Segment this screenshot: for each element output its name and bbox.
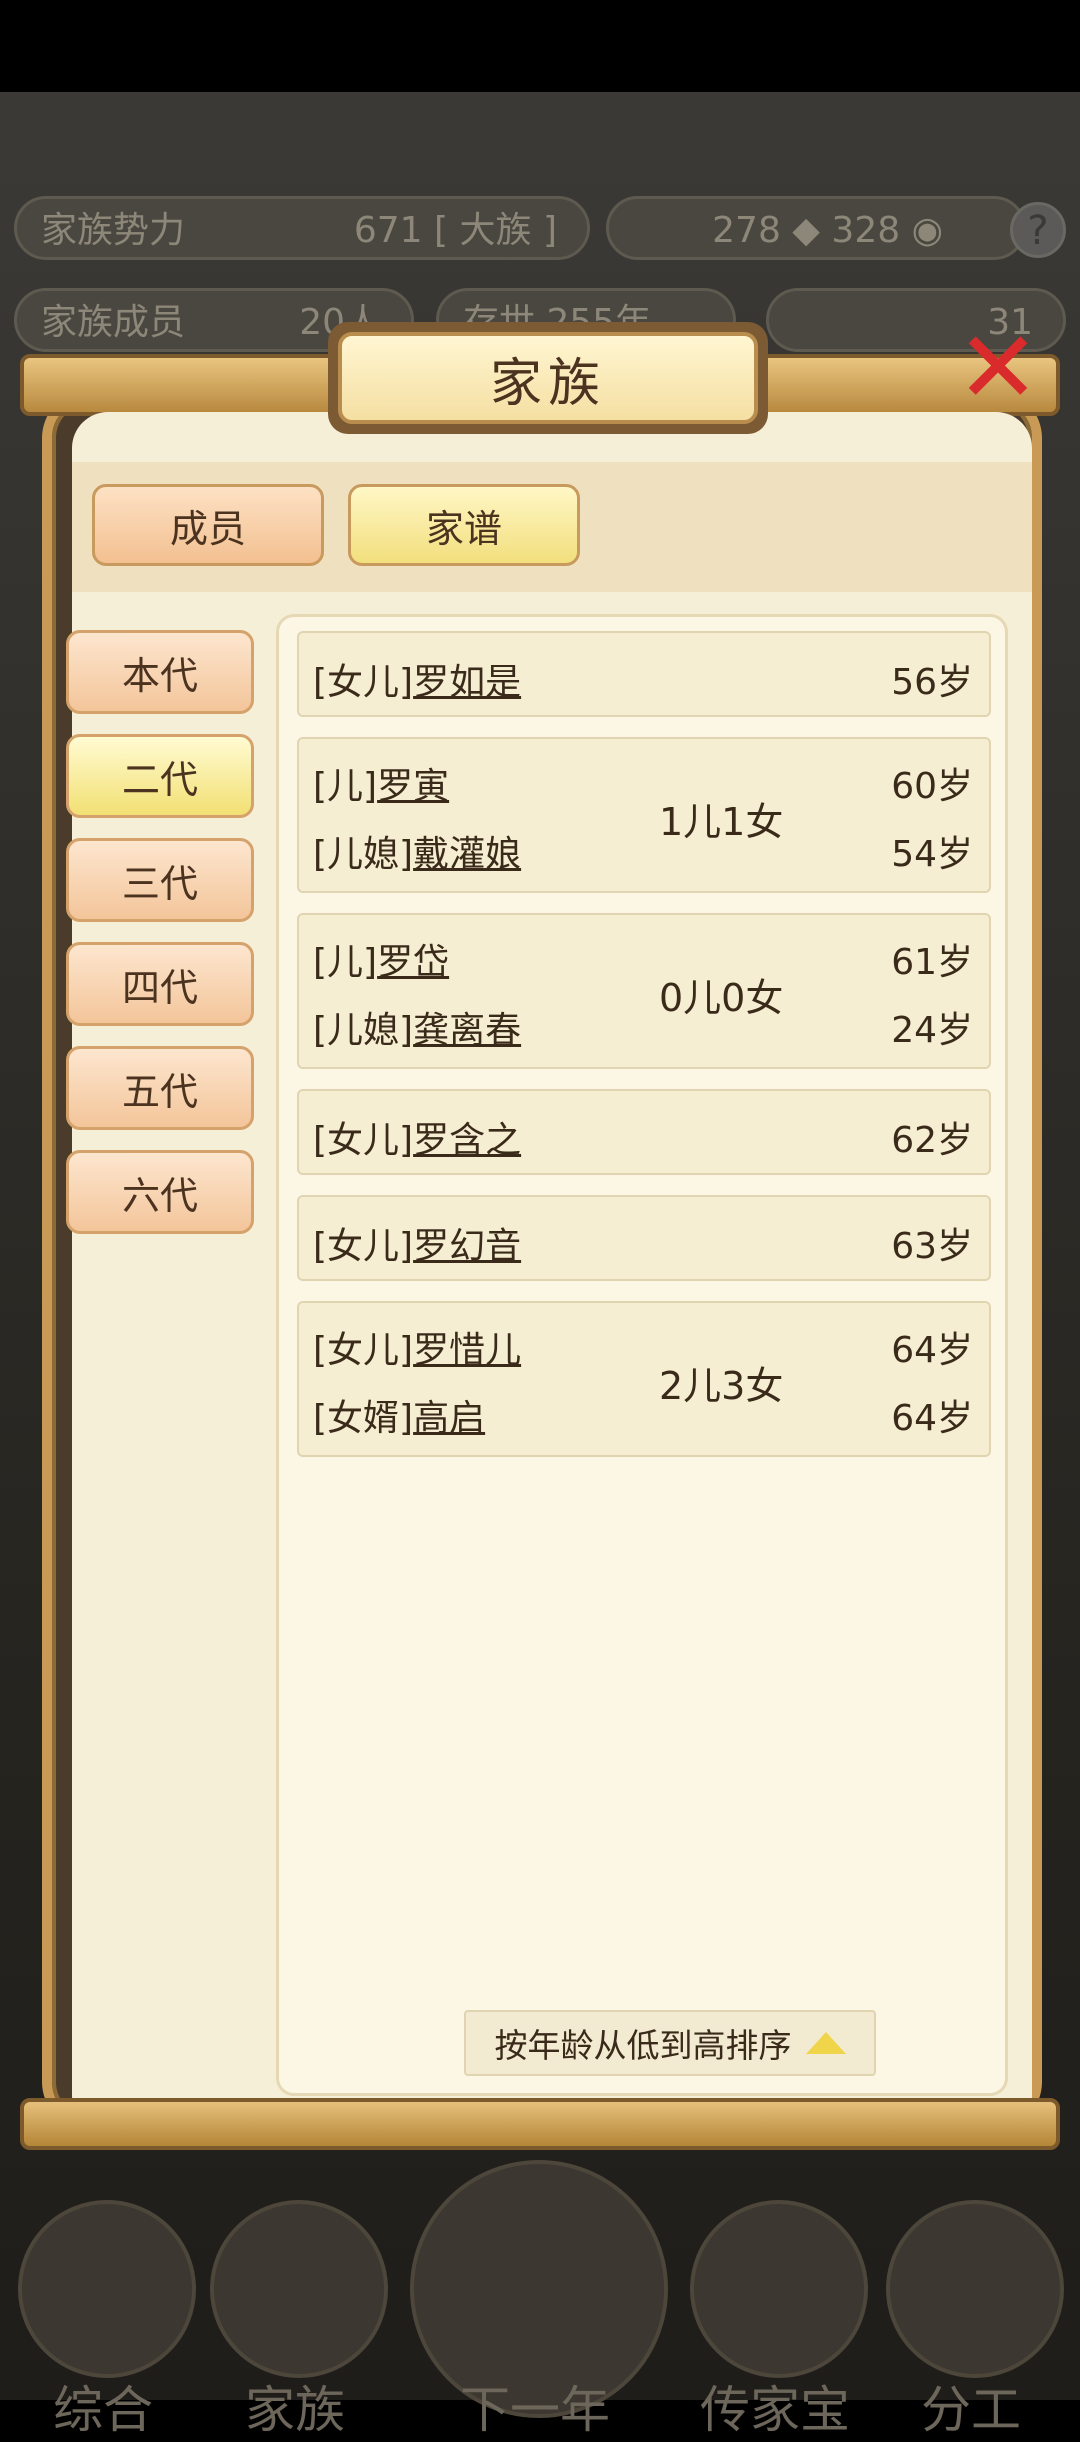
- dialog-title: 家族: [338, 332, 758, 424]
- gen-tab-second[interactable]: 二代: [66, 734, 254, 818]
- spouse-role: [女婿]: [313, 1398, 414, 1439]
- member-line: [儿]罗岱: [313, 933, 449, 985]
- member-age: 61岁: [891, 942, 973, 983]
- help-icon: ?: [1010, 202, 1066, 258]
- nav-family[interactable]: 家族: [200, 2200, 390, 2439]
- nav-assign-label: 分工: [921, 2381, 1021, 2439]
- family-power-value: 671 [ 大族 ]: [353, 210, 557, 251]
- tab-family-tree[interactable]: 家谱: [348, 484, 580, 566]
- spouse-name[interactable]: 高启: [413, 1398, 485, 1439]
- sort-by-age-button[interactable]: 按年龄从低到高排序: [464, 2010, 876, 2076]
- spouse-age: 24岁: [891, 1010, 973, 1051]
- member-role: [女儿]: [313, 662, 414, 703]
- currency-value: 278 ◆ 328 ◉: [712, 210, 943, 251]
- member-role: [儿]: [313, 942, 378, 983]
- gen-tab-sixth[interactable]: 六代: [66, 1150, 254, 1234]
- tab-bar: 成员 家谱: [72, 462, 1032, 592]
- spouse-age: 54岁: [891, 834, 973, 875]
- sort-ascending-icon: [805, 2032, 846, 2054]
- spouse-role: [儿媳]: [313, 1010, 414, 1051]
- dialog-title-plaque: 家族: [328, 322, 768, 434]
- nav-general[interactable]: 综合: [8, 2200, 198, 2439]
- gen-tab-current[interactable]: 本代: [66, 630, 254, 714]
- spouse-line: [女婿]高启: [313, 1389, 485, 1441]
- nav-general-label: 综合: [53, 2381, 153, 2439]
- sort-label: 按年龄从低到高排序: [494, 2026, 792, 2065]
- close-x-icon[interactable]: ✕: [950, 318, 1046, 418]
- spouse-name[interactable]: 戴灌娘: [413, 834, 521, 875]
- currency-pill: 278 ◆ 328 ◉: [606, 196, 1026, 260]
- family-card[interactable]: [女儿]罗幻音 63岁: [297, 1195, 991, 1281]
- member-name[interactable]: 罗如是: [413, 662, 521, 703]
- member-name[interactable]: 罗含之: [413, 1120, 521, 1161]
- dialog-bottom-rail: [20, 2098, 1060, 2150]
- gen-tab-fourth[interactable]: 四代: [66, 942, 254, 1026]
- member-name[interactable]: 罗惜儿: [413, 1330, 521, 1371]
- member-role: [女儿]: [313, 1120, 414, 1161]
- member-role: [女儿]: [313, 1330, 414, 1371]
- nav-heirloom[interactable]: 传家宝: [680, 2200, 870, 2439]
- tab-members[interactable]: 成员: [92, 484, 324, 566]
- gen-tab-third[interactable]: 三代: [66, 838, 254, 922]
- nav-heirloom-label: 传家宝: [700, 2381, 850, 2439]
- member-age: 56岁: [891, 662, 973, 703]
- member-line: [儿]罗寅: [313, 757, 449, 809]
- status-bar: [0, 0, 1080, 92]
- family-card[interactable]: [女儿]罗惜儿 64岁 2儿3女 [女婿]高启 64岁: [297, 1301, 991, 1457]
- people-icon: [886, 2200, 1064, 2378]
- family-members-label: 家族成员: [41, 302, 186, 343]
- family-list-panel: [女儿]罗如是 56岁 [儿]罗寅 60岁 1儿1女 [儿媳]戴灌娘 54岁 […: [276, 614, 1008, 2096]
- member-name[interactable]: 罗岱: [377, 942, 449, 983]
- spouse-line: [儿媳]戴灌娘: [313, 825, 521, 877]
- member-line: [女儿]罗如是: [313, 653, 521, 705]
- ancestral-hall-icon: [210, 2200, 388, 2378]
- children-count: 1儿1女: [659, 800, 784, 844]
- member-name[interactable]: 罗寅: [377, 766, 449, 807]
- gen-tab-fifth[interactable]: 五代: [66, 1046, 254, 1130]
- family-power-label: 家族势力: [41, 210, 186, 251]
- nav-assign[interactable]: 分工: [876, 2200, 1066, 2439]
- member-line: [女儿]罗幻音: [313, 1217, 521, 1269]
- children-count: 0儿0女: [659, 976, 784, 1020]
- family-card[interactable]: [儿]罗岱 61岁 0儿0女 [儿媳]龚离春 24岁: [297, 913, 991, 1069]
- jade-icon: [690, 2200, 868, 2378]
- nav-family-label: 家族: [245, 2381, 345, 2439]
- spouse-age: 64岁: [891, 1398, 973, 1439]
- member-age: 60岁: [891, 766, 973, 807]
- scroll-icon: [18, 2200, 196, 2378]
- member-age: 62岁: [891, 1120, 973, 1161]
- member-age: 63岁: [891, 1226, 973, 1267]
- member-role: [儿]: [313, 766, 378, 807]
- member-line: [女儿]罗含之: [313, 1111, 521, 1163]
- member-age: 64岁: [891, 1330, 973, 1371]
- family-card[interactable]: [女儿]罗如是 56岁: [297, 631, 991, 717]
- top-bar-dimmed: [0, 92, 1080, 180]
- nav-next-year[interactable]: 下一年: [410, 2160, 668, 2439]
- member-role: [女儿]: [313, 1226, 414, 1267]
- member-name[interactable]: 罗幻音: [413, 1226, 521, 1267]
- family-power-pill: 家族势力 671 [ 大族 ]: [14, 196, 590, 260]
- member-line: [女儿]罗惜儿: [313, 1321, 521, 1373]
- family-card[interactable]: [女儿]罗含之 62岁: [297, 1089, 991, 1175]
- spouse-name[interactable]: 龚离春: [413, 1010, 521, 1051]
- family-card[interactable]: [儿]罗寅 60岁 1儿1女 [儿媳]戴灌娘 54岁: [297, 737, 991, 893]
- spouse-line: [儿媳]龚离春: [313, 1001, 521, 1053]
- nav-next-year-label: 下一年: [460, 2381, 610, 2439]
- spouse-role: [儿媳]: [313, 834, 414, 875]
- children-count: 2儿3女: [659, 1364, 784, 1408]
